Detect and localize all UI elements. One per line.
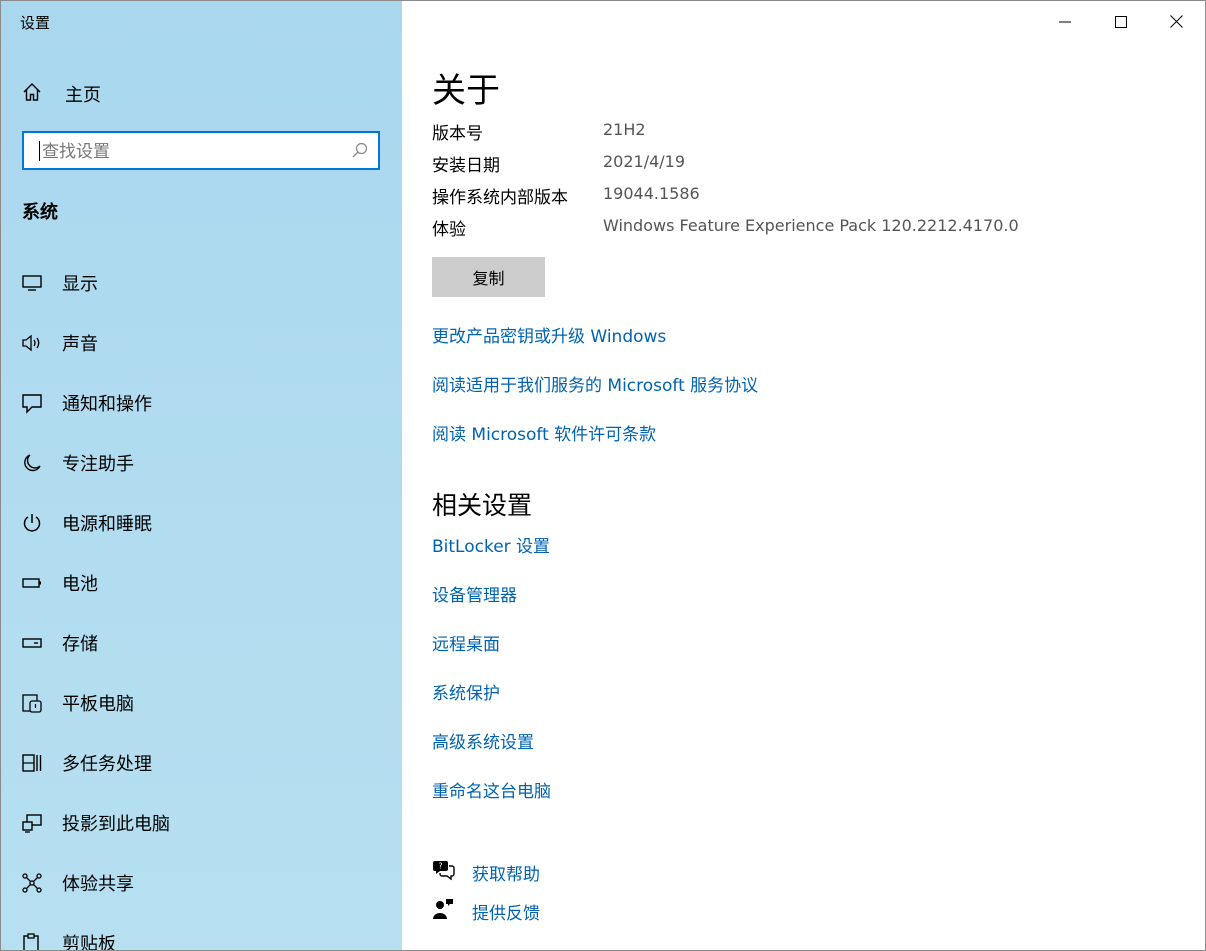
storage-icon: [21, 632, 43, 654]
sidebar-section-title: 系统: [22, 202, 58, 223]
copy-button[interactable]: 复制: [432, 257, 545, 297]
license-terms-link[interactable]: 阅读 Microsoft 软件许可条款: [432, 420, 656, 445]
device-manager-link[interactable]: 设备管理器: [432, 581, 517, 606]
help-chat-icon: ?: [432, 859, 455, 885]
sidebar-item-shared-experiences[interactable]: 体验共享: [21, 868, 134, 898]
svg-text:?: ?: [438, 862, 442, 871]
get-help-row[interactable]: ? 获取帮助: [432, 858, 540, 886]
sidebar-item-notifications[interactable]: 通知和操作: [21, 388, 152, 418]
rename-pc-link[interactable]: 重命名这台电脑: [432, 777, 551, 802]
spec-value: 21H2: [603, 120, 646, 139]
settings-window: 设置 主页 系统 显示 声音: [0, 0, 1206, 951]
sidebar-home[interactable]: 主页: [21, 79, 101, 109]
sidebar-item-label: 剪贴板: [62, 934, 116, 951]
main-content: 关于 版本号 21H2 安装日期 2021/4/19 操作系统内部版本 1904…: [432, 1, 1192, 950]
sidebar-item-sound[interactable]: 声音: [21, 328, 98, 358]
bitlocker-settings-link[interactable]: BitLocker 设置: [432, 532, 550, 557]
project-icon: [21, 812, 43, 834]
sidebar-item-label: 电源和睡眠: [62, 514, 152, 535]
sidebar: 设置 主页 系统 显示 声音: [1, 1, 402, 951]
share-icon: [21, 872, 43, 894]
spec-label: 体验: [432, 220, 466, 240]
battery-icon: [21, 572, 43, 594]
home-icon: [21, 81, 43, 107]
sidebar-item-label: 电池: [62, 574, 98, 595]
advanced-system-settings-link[interactable]: 高级系统设置: [432, 728, 534, 753]
sidebar-item-project[interactable]: 投影到此电脑: [21, 808, 170, 838]
tablet-icon: [21, 692, 43, 714]
feedback-link[interactable]: 提供反馈: [472, 899, 540, 924]
power-icon: [21, 512, 43, 534]
sidebar-item-label: 声音: [62, 334, 98, 355]
app-title: 设置: [20, 14, 51, 32]
sidebar-item-power[interactable]: 电源和睡眠: [21, 508, 152, 538]
multitasking-icon: [21, 752, 43, 774]
sidebar-item-label: 投影到此电脑: [62, 814, 170, 835]
spec-label: 版本号: [432, 124, 483, 144]
sidebar-item-tablet[interactable]: 平板电脑: [21, 688, 134, 718]
moon-icon: [21, 452, 43, 474]
speaker-icon: [21, 332, 43, 354]
sidebar-item-display[interactable]: 显示: [21, 268, 98, 298]
services-agreement-link[interactable]: 阅读适用于我们服务的 Microsoft 服务协议: [432, 371, 758, 396]
notification-icon: [21, 392, 43, 414]
get-help-link[interactable]: 获取帮助: [472, 860, 540, 885]
sidebar-item-label: 存储: [62, 634, 98, 655]
spec-value: 19044.1586: [603, 184, 700, 203]
change-product-key-link[interactable]: 更改产品密钥或升级 Windows: [432, 322, 666, 347]
feedback-icon: [432, 898, 455, 924]
sidebar-item-focus-assist[interactable]: 专注助手: [21, 448, 134, 478]
display-icon: [21, 272, 43, 294]
feedback-row[interactable]: 提供反馈: [432, 897, 540, 925]
system-protection-link[interactable]: 系统保护: [432, 679, 500, 704]
sidebar-item-label: 专注助手: [62, 454, 134, 475]
spec-value: 2021/4/19: [603, 152, 686, 171]
spec-label: 安装日期: [432, 156, 500, 176]
spec-label: 操作系统内部版本: [432, 188, 568, 208]
sidebar-item-multitasking[interactable]: 多任务处理: [21, 748, 152, 778]
search-input[interactable]: [40, 133, 344, 170]
sidebar-item-label: 体验共享: [62, 874, 134, 895]
page-title: 关于: [432, 71, 500, 111]
search-box[interactable]: [22, 131, 380, 170]
remote-desktop-link[interactable]: 远程桌面: [432, 630, 500, 655]
sidebar-item-storage[interactable]: 存储: [21, 628, 98, 658]
sidebar-item-label: 显示: [62, 274, 98, 295]
sidebar-item-label: 平板电脑: [62, 694, 134, 715]
spec-value: Windows Feature Experience Pack 120.2212…: [603, 216, 1019, 235]
sidebar-item-label: 多任务处理: [62, 754, 152, 775]
sidebar-item-clipboard[interactable]: 剪贴板: [21, 928, 116, 951]
clipboard-icon: [21, 932, 43, 950]
related-settings-title: 相关设置: [432, 491, 533, 520]
search-icon[interactable]: [352, 142, 368, 162]
sidebar-home-label: 主页: [65, 85, 101, 106]
sidebar-item-battery[interactable]: 电池: [21, 568, 98, 598]
sidebar-item-label: 通知和操作: [62, 394, 152, 415]
